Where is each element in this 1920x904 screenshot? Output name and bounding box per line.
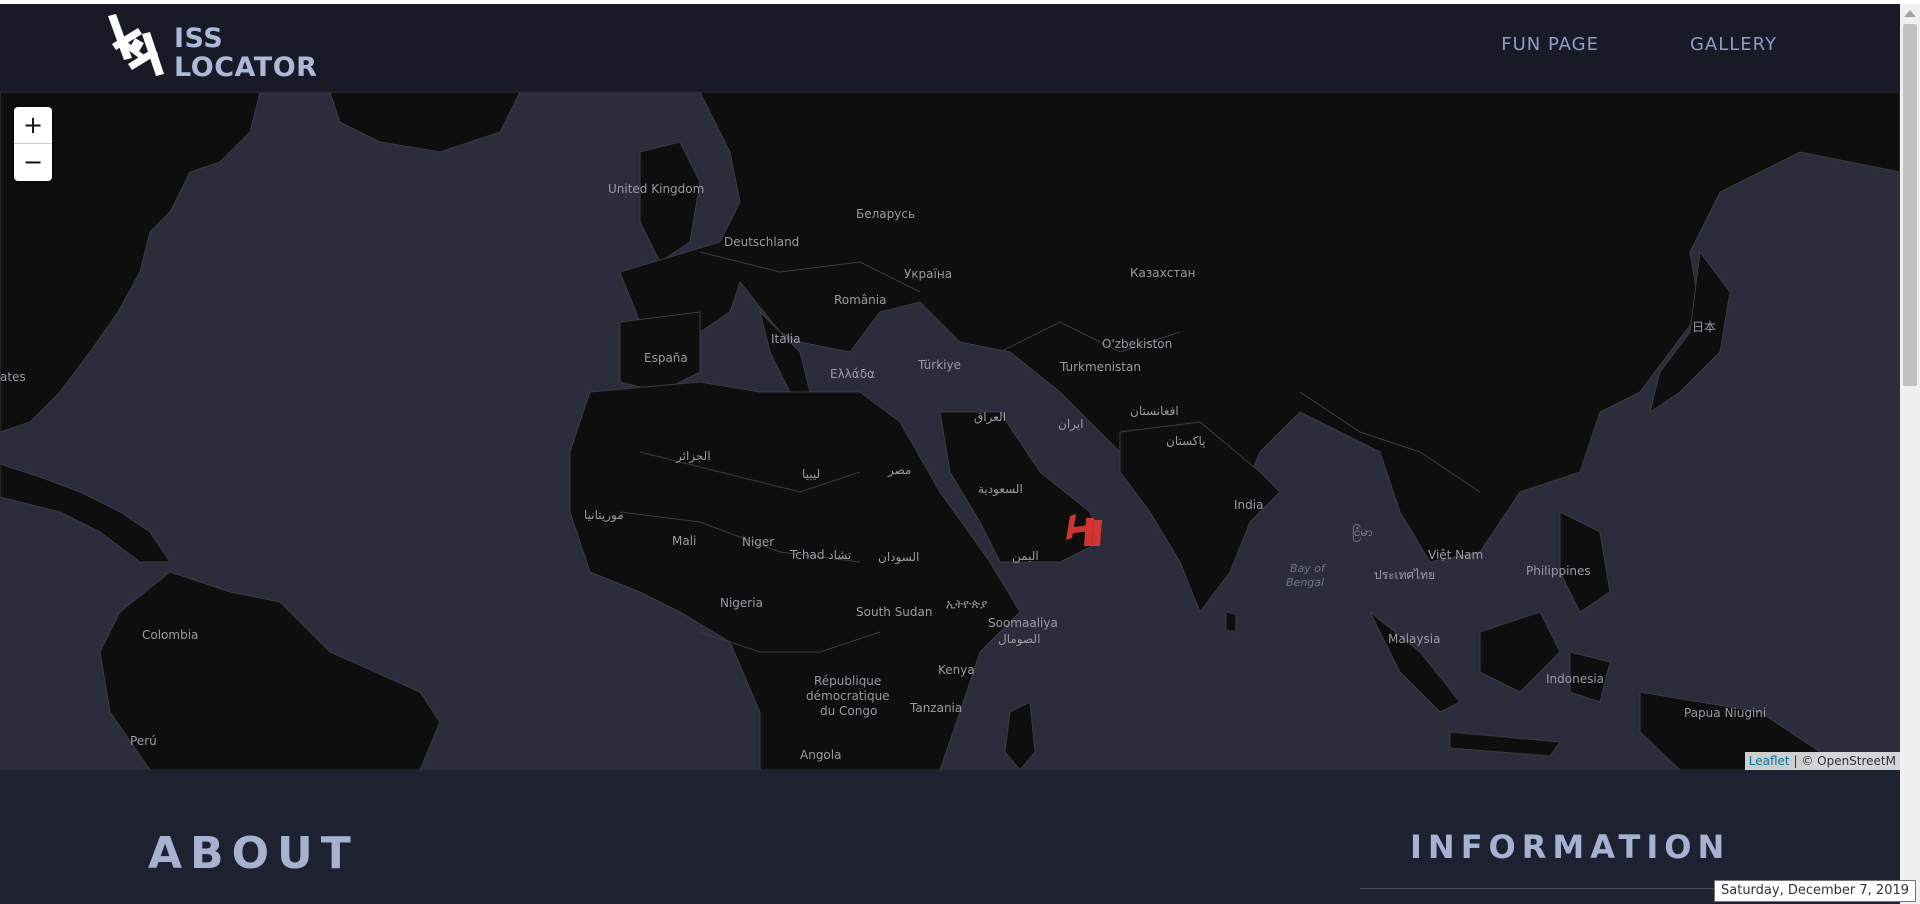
map-label: République (814, 674, 882, 688)
map-label: Turkmenistan (1060, 360, 1141, 374)
map-label: اليمن (1012, 549, 1039, 563)
information-title: INFORMATION (1410, 828, 1731, 866)
map-label: افغانستان (1130, 404, 1179, 418)
map-label: Malaysia (1388, 632, 1441, 646)
map-label: ประเทศไทย (1374, 568, 1436, 582)
map-label: România (834, 293, 887, 307)
map-label: Soomaaliya (988, 616, 1058, 630)
site-header: ISS LOCATOR FUN PAGE GALLERY (0, 4, 1900, 92)
map-label: Türkiye (918, 358, 961, 372)
map-label: 日本 (1692, 320, 1717, 334)
nav-gallery-link[interactable]: GALLERY (1690, 34, 1777, 55)
zoom-out-button[interactable]: − (14, 144, 52, 180)
map-label: السودان (878, 550, 920, 564)
map-label: Angola (800, 748, 842, 762)
map-label-sea: Bengal (1286, 576, 1325, 589)
map-label: Kenya (938, 663, 975, 677)
greenland-land (329, 92, 521, 153)
information-divider (1360, 888, 1720, 889)
map-label: مصر (888, 463, 912, 477)
madagascar-land (1004, 701, 1036, 770)
philippines-land (1559, 511, 1611, 613)
nav-fun-page-link[interactable]: FUN PAGE (1501, 34, 1599, 55)
zoom-in-button[interactable]: + (14, 107, 52, 144)
map-label-sea: Bay of (1290, 562, 1325, 575)
uk-land (639, 141, 701, 263)
map-label: Беларусь (856, 207, 916, 221)
map-label: العراق (974, 410, 1007, 424)
map-label: Tchad تشاد (790, 548, 852, 562)
map-label: Colombia (142, 628, 199, 642)
iss-logo-icon (108, 14, 164, 76)
map-label: السعودية (978, 482, 1023, 496)
map-label: Việt Nam (1428, 548, 1484, 562)
sumatra-land (1369, 611, 1461, 713)
map-label: India (1234, 498, 1264, 512)
map-label: Italia (771, 332, 801, 346)
page: ISS LOCATOR FUN PAGE GALLERY + − ates Un… (0, 0, 1900, 904)
map-label: España (644, 351, 688, 365)
map-label: ليبيا (802, 467, 821, 481)
map-label: Tanzania (910, 701, 963, 715)
map-attribution: Leaflet | © OpenStreetM (1744, 752, 1900, 770)
map-label: Україна (904, 267, 953, 281)
scrollbar-thumb[interactable] (1903, 24, 1917, 386)
map-label: ငြံမာ (1352, 525, 1373, 539)
iss-marker-icon[interactable] (1064, 512, 1104, 548)
leaflet-link[interactable]: Leaflet (1749, 754, 1790, 768)
date-tooltip: Saturday, December 7, 2019 (1714, 880, 1917, 902)
map-label: Nigeria (720, 596, 763, 610)
map-label: du Congo (820, 704, 878, 718)
map-label: ates (0, 370, 26, 384)
map-label: démocratique (806, 689, 890, 703)
map-label: Philippines (1526, 564, 1591, 578)
map-label: Papua Niugini (1684, 706, 1767, 720)
map-label: الصومال (998, 632, 1041, 646)
logo-line-2: LOCATOR (174, 52, 318, 83)
logo-line-1: ISS (174, 23, 224, 54)
map-label: Indonesia (1546, 672, 1605, 686)
logo-link[interactable]: ISS LOCATOR (104, 14, 317, 84)
map-label: South Sudan (856, 605, 933, 619)
map-label: Deutschland (724, 235, 800, 249)
map-label: United Kingdom (608, 182, 705, 196)
map-label: Niger (742, 535, 775, 549)
sri-lanka-land (1225, 611, 1237, 633)
map-label: ኢትዮጵያ (946, 597, 988, 611)
about-title: ABOUT (148, 828, 359, 879)
map-label: Perú (130, 734, 157, 748)
map-label: الجزائر (676, 449, 711, 463)
java-land (1449, 731, 1561, 757)
map-label: پاکستان (1166, 434, 1206, 448)
page-scrollbar[interactable] (1900, 4, 1920, 904)
central-america-land (0, 463, 171, 563)
map-label: موريتانيا (584, 508, 624, 522)
map-label: O'zbekiston (1102, 337, 1173, 351)
world-map[interactable]: + − ates United Kingdom Deutschland Бела… (0, 92, 1900, 770)
map-label: ایران (1058, 417, 1084, 431)
logo-text: ISS LOCATOR (174, 24, 317, 82)
info-section: ABOUT INFORMATION (0, 770, 1900, 904)
zoom-control: + − (14, 107, 52, 181)
map-label: Ελλάδα (830, 367, 875, 381)
attribution-text: | © OpenStreetM (1789, 754, 1896, 768)
map-label: Казахстан (1130, 266, 1196, 280)
map-label: Mali (672, 534, 697, 548)
scroll-up-arrow-icon[interactable] (1904, 10, 1916, 17)
